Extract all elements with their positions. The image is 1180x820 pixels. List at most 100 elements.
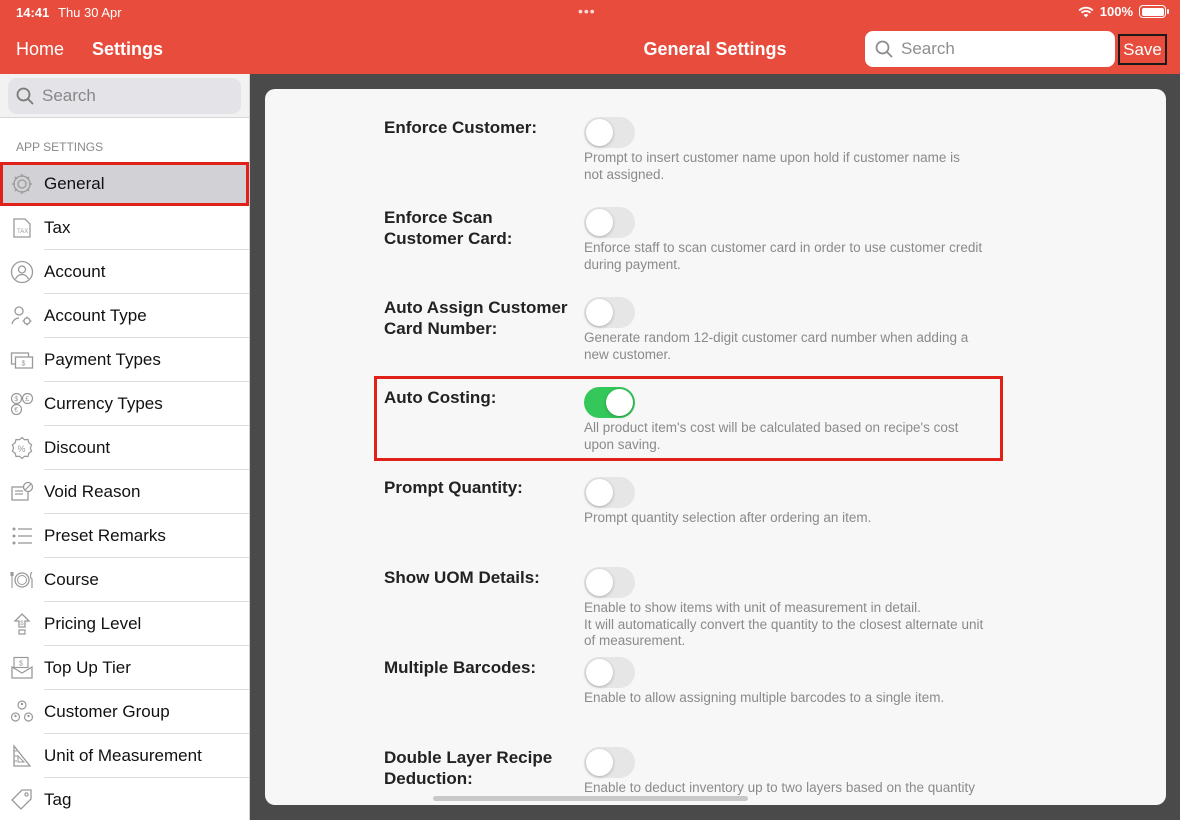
battery-percent: 100%: [1099, 4, 1133, 19]
user-icon: [9, 259, 35, 285]
list-icon: [9, 523, 35, 549]
pricing-icon: $: [9, 611, 35, 637]
setting-description: Prompt quantity selection after ordering…: [584, 510, 872, 525]
payment-icon: $: [9, 347, 35, 373]
setting-description: Generate random 12-digit customer card n…: [584, 330, 969, 362]
setting-description: Enable to allow assigning multiple barco…: [584, 690, 945, 705]
multiple-barcodes-toggle[interactable]: [584, 657, 635, 688]
svg-text:%: %: [18, 444, 26, 454]
sidebar-item-currency-types[interactable]: $ £ € Currency Types: [0, 382, 249, 426]
sidebar-item-label: Currency Types: [44, 394, 163, 413]
gear-icon: [9, 171, 35, 197]
sidebar-item-tax[interactable]: TAX Tax: [0, 206, 249, 250]
svg-text:$: $: [14, 396, 18, 403]
sidebar-item-pricing-level[interactable]: $ Pricing Level: [0, 602, 249, 646]
prompt-quantity-toggle[interactable]: [584, 477, 635, 508]
sidebar-item-label: Tax: [44, 218, 71, 237]
ruler-icon: [9, 743, 35, 769]
setting-description: Enable to deduct inventory up to two lay…: [584, 780, 976, 795]
sidebar-item-top-up-tier[interactable]: $ Top Up Tier: [0, 646, 249, 690]
svg-text:£: £: [25, 396, 29, 403]
sidebar-item-label: Tag: [44, 790, 72, 809]
sidebar-item-label: Course: [44, 570, 99, 589]
status-right: 100%: [1078, 4, 1169, 19]
sidebar-item-label: Unit of Measurement: [44, 746, 202, 765]
page-title: General Settings: [643, 39, 787, 59]
currency-icon: $ £ €: [9, 391, 35, 417]
setting-description: Enable to show items with unit of measur…: [584, 600, 984, 648]
sidebar: APP SETTINGS General TAX Tax Account Acc…: [0, 74, 250, 820]
sidebar-item-label: Pricing Level: [44, 614, 142, 633]
svg-text:$: $: [22, 361, 26, 368]
sidebar-item-label: Preset Remarks: [44, 526, 166, 545]
enforce-scan-customer-card-toggle[interactable]: [584, 207, 635, 238]
top-bar: 14:41 Thu 30 Apr ••• 100% Home Settings …: [0, 0, 1180, 74]
sidebar-item-account-type[interactable]: Account Type: [0, 294, 249, 338]
sidebar-item-customer-group[interactable]: Customer Group: [0, 690, 249, 734]
save-button[interactable]: Save: [1118, 34, 1167, 65]
status-time: 14:41: [16, 5, 50, 20]
auto-assign-card-number-toggle[interactable]: [584, 297, 635, 328]
sidebar-search-input[interactable]: [42, 86, 232, 106]
sidebar-item-void-reason[interactable]: Void Reason: [0, 470, 249, 514]
wifi-icon: [1078, 6, 1094, 17]
sidebar-item-label: Top Up Tier: [44, 658, 131, 677]
header-search[interactable]: [865, 31, 1115, 67]
sidebar-item-preset-remarks[interactable]: Preset Remarks: [0, 514, 249, 558]
sidebar-item-payment-types[interactable]: $ Payment Types: [0, 338, 249, 382]
sidebar-item-unit-of-measurement[interactable]: Unit of Measurement: [0, 734, 249, 778]
svg-text:€: €: [14, 407, 18, 414]
sidebar-item-tag[interactable]: Tag: [0, 778, 249, 820]
svg-text:$: $: [20, 621, 24, 627]
sidebar-item-label: Payment Types: [44, 350, 161, 369]
tax-icon: TAX: [9, 215, 35, 241]
auto-costing-toggle[interactable]: [584, 387, 635, 418]
sidebar-item-general[interactable]: General: [0, 162, 249, 206]
section-label: APP SETTINGS: [16, 140, 104, 154]
tag-icon: [9, 787, 35, 813]
setting-label: Enforce Scan Customer Card:: [384, 208, 513, 248]
sidebar-item-course[interactable]: Course: [0, 558, 249, 602]
svg-text:$: $: [19, 661, 23, 668]
home-link[interactable]: Home: [16, 39, 64, 60]
status-date: Thu 30 Apr: [58, 5, 122, 20]
setting-label: Enforce Customer:: [384, 118, 538, 137]
cutlery-icon: [9, 567, 35, 593]
sidebar-item-label: Void Reason: [44, 482, 141, 501]
setting-label: Prompt Quantity:: [384, 478, 523, 497]
setting-label: Auto Assign Customer Card Number:: [384, 298, 568, 338]
setting-label: Show UOM Details:: [384, 568, 540, 587]
discount-icon: %: [9, 435, 35, 461]
show-uom-details-toggle[interactable]: [584, 567, 635, 598]
battery-icon: [1139, 5, 1169, 18]
search-icon: [16, 87, 34, 105]
sidebar-search[interactable]: [8, 78, 241, 114]
sidebar-item-label: Account: [44, 262, 106, 281]
svg-text:TAX: TAX: [17, 229, 28, 235]
topup-icon: $: [9, 655, 35, 681]
settings-title: Settings: [92, 39, 164, 59]
setting-label: Auto Costing:: [384, 388, 497, 407]
setting-description: Enforce staff to scan customer card in o…: [584, 240, 983, 272]
sidebar-item-discount[interactable]: % Discount: [0, 426, 249, 470]
scroll-indicator[interactable]: [433, 796, 748, 801]
setting-description: Prompt to insert customer name upon hold…: [584, 150, 960, 182]
group-icon: [9, 699, 35, 725]
setting-label: Multiple Barcodes:: [384, 658, 537, 677]
multitasking-dots-icon[interactable]: •••: [578, 3, 596, 19]
sidebar-item-label: Customer Group: [44, 702, 170, 721]
user-gear-icon: [9, 303, 35, 329]
sidebar-item-label: General: [44, 174, 105, 193]
sidebar-item-label: Account Type: [44, 306, 147, 325]
setting-description: All product item's cost will be calculat…: [584, 420, 959, 452]
settings-panel: Enforce Customer: Prompt to insert custo…: [265, 89, 1166, 805]
header-search-input[interactable]: [901, 39, 1101, 59]
sidebar-item-label: Discount: [44, 438, 111, 457]
search-icon: [875, 40, 893, 58]
void-icon: [9, 479, 35, 505]
sidebar-item-account[interactable]: Account: [0, 250, 249, 294]
setting-label: Double Layer Recipe Deduction:: [384, 748, 553, 788]
enforce-customer-toggle[interactable]: [584, 117, 635, 148]
double-layer-recipe-deduction-toggle[interactable]: [584, 747, 635, 778]
sidebar-search-bar: [0, 74, 249, 118]
